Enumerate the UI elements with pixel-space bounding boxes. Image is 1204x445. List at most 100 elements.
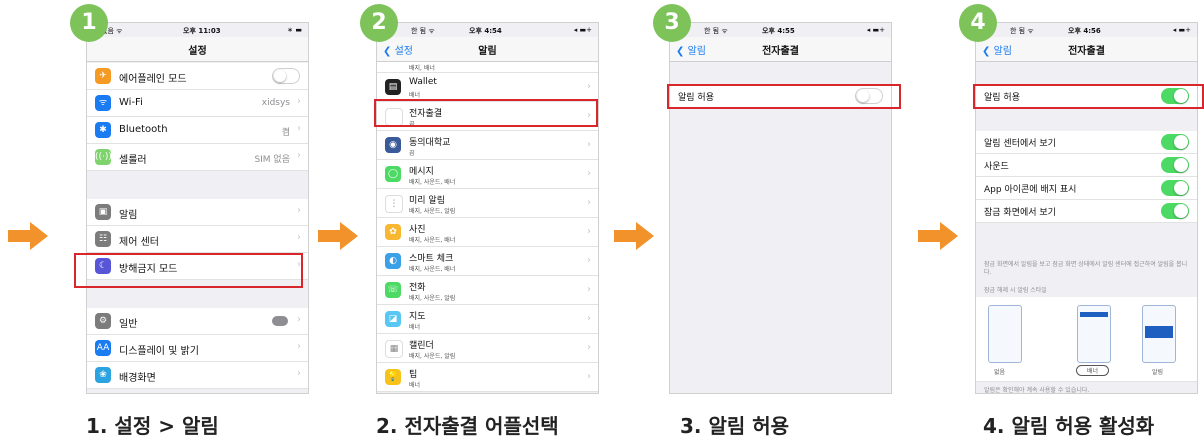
notification-option-row[interactable]: 잠금 화면에서 보기 [976,200,1197,223]
row-icon: ❀ [95,367,111,383]
row-icon: ✈ [95,68,111,84]
option-label: App 아이콘에 배지 표시 [984,185,1077,195]
highlight-allow-on [973,84,1204,109]
step-caption-3: 3. 알림 허용 [680,414,790,438]
option-toggle[interactable] [1161,157,1189,173]
app-name: 메시지 [409,167,434,177]
app-name: 지도 [409,312,426,322]
app-name: Wallet [409,77,437,87]
battery-icon: ∗ ▬ [287,26,302,34]
step-badge-1: 1 [70,4,108,42]
app-icon: ◯ [385,166,401,182]
status-bar: 한 됨 ᯤ 오후 4:55 ◂ ▬+ [670,23,891,37]
app-row[interactable]: ◯ 메시지 배지, 사운드, 배너 › [377,160,598,189]
notification-option-row[interactable]: App 아이콘에 배지 표시 [976,177,1197,200]
option-label: 잠금 화면에서 보기 [984,208,1056,218]
app-name: 팁 [409,370,418,380]
nav-bar: ❮ 알림 전자출결 [976,37,1197,62]
style-alert-preview[interactable] [1142,305,1176,363]
style-none-preview[interactable] [988,305,1022,363]
row-label: 제어 센터 [119,237,159,248]
chevron-right-icon: › [587,168,591,179]
row-icon: ☷ [95,231,111,247]
chevron-right-icon: › [297,96,301,107]
partial-sub: 배지, 배너 [409,65,435,72]
row-label: 일반 [119,319,138,330]
settings-row[interactable]: ☷ 제어 센터 › [87,226,308,253]
app-row[interactable]: ⋮ 미리 알림 배지, 사운드, 알림 › [377,189,598,218]
settings-row[interactable]: ✱ Bluetooth 켬 › [87,117,308,144]
settings-row[interactable]: AA 디스플레이 및 밝기 › [87,335,308,362]
time-text: 오후 4:54 [469,27,502,35]
nav-bar: ❮ 설정 알림 [377,37,598,62]
app-icon: ☏ [385,282,401,298]
app-name: 동의대학교 [409,138,451,148]
carrier-text: 한 됨 ᯤ [411,27,435,35]
app-alert-types: 배너 [409,382,421,389]
app-alert-types: 배지, 사운드, 알림 [409,208,456,215]
style-banner-preview[interactable] [1077,305,1111,363]
notification-option-row[interactable]: 알림 센터에서 보기 [976,131,1197,154]
highlight-app [374,99,598,127]
settings-row[interactable]: ⚙ 일반 › [87,308,308,335]
row-icon: ᯤ [95,95,111,111]
app-alert-types: 배지, 사운드, 알림 [409,353,456,360]
chevron-right-icon: › [587,139,591,150]
settings-row[interactable]: ((·)) 셀룰러 SIM 없음 › [87,144,308,171]
settings-row[interactable]: ✈ 에어플레인 모드 [87,63,308,90]
app-row[interactable]: ✿ 사진 배지, 사운드, 배너 › [377,218,598,247]
app-row[interactable]: ◪ 지도 배너 › [377,305,598,334]
nav-bar: ❮ 알림 전자출결 [670,37,891,62]
app-alert-types: 배지, 사운드, 배너 [409,266,456,273]
app-row[interactable]: ▤ Wallet 배너 › [377,73,598,102]
chevron-right-icon: › [297,205,301,216]
app-icon: ✿ [385,224,401,240]
settings-row[interactable]: ᯤ Wi-Fi xidsys › [87,90,308,117]
step-caption-2: 2. 전자출결 어플선택 [376,414,559,438]
app-alert-types: 배너 [409,324,421,331]
chevron-right-icon: › [297,341,301,352]
option-toggle[interactable] [1161,203,1189,219]
style-none-label: 없음 [994,369,1006,376]
airplane-toggle[interactable] [272,68,300,84]
row-icon: ▣ [95,204,111,220]
chevron-right-icon: › [587,284,591,295]
row-value: 켬 [281,128,290,138]
chevron-right-icon: › [297,150,301,161]
battery-icon: ◂ ▬+ [1172,26,1191,34]
app-row[interactable]: 💡 팁 배너 › [377,363,598,392]
option-toggle[interactable] [1161,134,1189,150]
phone-screen-notifications: 한 됨 ᯤ 오후 4:54 ◂ ▬+ ❮ 설정 알림 배지, 배너 ▤ Walle… [376,22,599,394]
carrier-text: 한 됨 ᯤ [1010,27,1034,35]
app-row[interactable]: ▦ 캘린더 배지, 사운드, 알림 › [377,334,598,363]
notification-option-row[interactable]: 사운드 [976,154,1197,177]
row-value: SIM 없음 [254,155,290,165]
app-name: 스마트 체크 [409,254,454,264]
app-row[interactable]: ◉ 동의대학교 끔 › [377,131,598,160]
chevron-right-icon: › [587,342,591,353]
row-label: Wi-Fi [119,97,143,108]
app-icon: ▦ [385,340,403,358]
row-label: 에어플레인 모드 [119,74,187,85]
settings-row[interactable]: ▣ 알림 › [87,199,308,226]
app-row[interactable]: ☏ 전화 배지, 사운드, 알림 › [377,276,598,305]
app-icon: ◐ [385,253,401,269]
app-icon: ◪ [385,311,401,327]
arrow-right-icon [318,222,358,250]
app-alert-types: 배지, 사운드, 알림 [409,295,456,302]
app-row[interactable]: ◐ 스마트 체크 배지, 사운드, 배너 › [377,247,598,276]
phone-screen-allow-enabled: 한 됨 ᯤ 오후 4:56 ◂ ▬+ ❮ 알림 전자출결 알림 허용 알림 센터… [975,22,1198,394]
step-badge-3: 3 [653,4,691,42]
row-label: 셀룰러 [119,155,147,166]
app-icon: ◉ [385,137,401,153]
option-toggle[interactable] [1161,180,1189,196]
nav-bar: 설정 [87,37,308,62]
style-banner-label: 배너 [1076,365,1110,376]
chevron-right-icon: › [297,314,301,325]
chevron-right-icon: › [297,123,301,134]
status-bar: 한 됨 ᯤ 오후 4:56 ◂ ▬+ [976,23,1197,37]
chevron-right-icon: › [587,81,591,92]
app-alert-types: 배지, 사운드, 배너 [409,237,456,244]
option-label: 알림 센터에서 보기 [984,139,1056,149]
settings-row[interactable]: ❀ 배경화면 › [87,362,308,389]
